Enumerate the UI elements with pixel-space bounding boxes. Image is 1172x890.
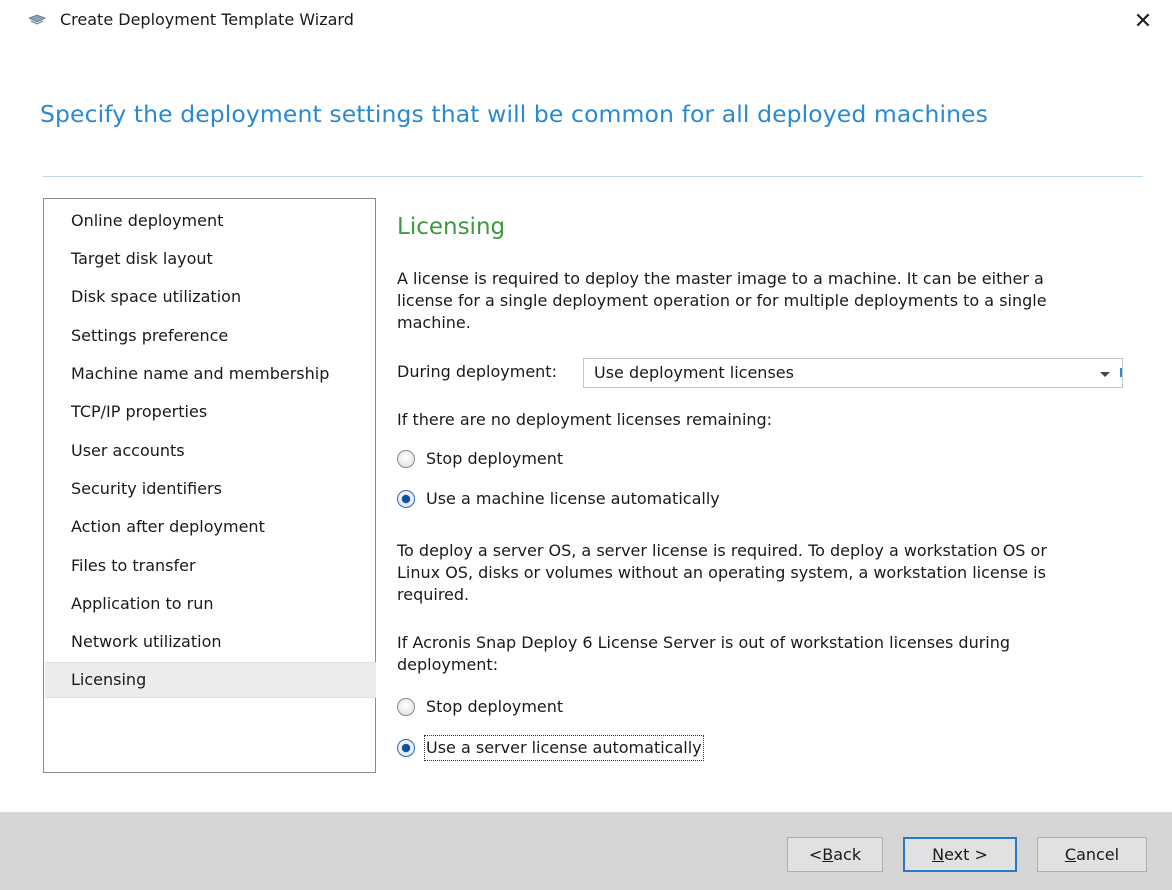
radio-label: Use a server license automatically <box>424 735 704 761</box>
nav-item-machine-name[interactable]: Machine name and membership <box>45 356 376 392</box>
section-title: Licensing <box>397 214 506 240</box>
nav-item-label: Action after deployment <box>71 517 265 536</box>
intro-line: A license is required to deploy the mast… <box>397 269 1044 288</box>
nav-item-licensing[interactable]: Licensing <box>45 662 376 698</box>
back-label: ack <box>833 845 862 864</box>
nav-item-label: Machine name and membership <box>71 364 330 383</box>
next-label: ext > <box>944 845 988 864</box>
nav-item-tcpip[interactable]: TCP/IP properties <box>45 394 376 430</box>
radio-button[interactable] <box>397 450 415 468</box>
no-licenses-label: If there are no deployment licenses rema… <box>397 410 773 429</box>
back-access-key: B <box>822 845 834 864</box>
wizard-step-list: Online deployment Target disk layout Dis… <box>43 198 376 773</box>
nav-item-label: TCP/IP properties <box>71 402 208 421</box>
focus-marker <box>1120 368 1122 377</box>
nav-item-files-to-transfer[interactable]: Files to transfer <box>45 548 376 584</box>
intro-line: license for a single deployment operatio… <box>397 291 1047 310</box>
nav-item-label: Target disk layout <box>71 249 213 268</box>
nav-item-online-deployment[interactable]: Online deployment <box>45 203 376 239</box>
nav-item-label: User accounts <box>71 441 185 460</box>
radio-label: Stop deployment <box>426 697 564 716</box>
header-divider <box>43 176 1143 177</box>
nav-item-security-identifiers[interactable]: Security identifiers <box>45 471 376 507</box>
nav-item-label: Licensing <box>71 670 147 689</box>
select-value: Use deployment licenses <box>594 363 794 382</box>
out-of-workstation-text: If Acronis Snap Deploy 6 License Server … <box>397 632 1122 676</box>
close-button[interactable]: ✕ <box>1128 6 1158 36</box>
radio-button[interactable] <box>397 490 415 508</box>
nav-item-label: Online deployment <box>71 211 224 230</box>
note-line: required. <box>397 585 470 604</box>
server-license-note: To deploy a server OS, a server license … <box>397 540 1122 606</box>
nav-item-user-accounts[interactable]: User accounts <box>45 433 376 469</box>
nav-item-target-disk-layout[interactable]: Target disk layout <box>45 241 376 277</box>
close-icon: ✕ <box>1133 8 1153 34</box>
note-line: If Acronis Snap Deploy 6 License Server … <box>397 633 1011 652</box>
next-button[interactable]: Next > <box>903 837 1017 872</box>
radio-label: Use a machine license automatically <box>426 489 720 508</box>
radio-label: Stop deployment <box>426 449 564 468</box>
wizard-window: Create Deployment Template Wizard ✕ Spec… <box>0 0 1172 890</box>
nav-item-label: Network utilization <box>71 632 222 651</box>
nav-item-action-after-deployment[interactable]: Action after deployment <box>45 509 376 545</box>
window-title: Create Deployment Template Wizard <box>60 10 354 29</box>
nav-item-settings-preference[interactable]: Settings preference <box>45 318 376 354</box>
nav-item-application-to-run[interactable]: Application to run <box>45 586 376 622</box>
nav-item-network-utilization[interactable]: Network utilization <box>45 624 376 660</box>
intro-text: A license is required to deploy the mast… <box>397 268 1122 334</box>
nav-item-disk-space-utilization[interactable]: Disk space utilization <box>45 279 376 315</box>
cancel-label: ancel <box>1076 845 1120 864</box>
next-access-key: N <box>932 845 945 864</box>
back-button[interactable]: < Back <box>787 837 883 872</box>
back-prefix: < <box>808 845 823 864</box>
chevron-down-icon <box>1100 372 1110 377</box>
nav-item-label: Security identifiers <box>71 479 222 498</box>
radio-button[interactable] <box>397 739 415 757</box>
note-line: Linux OS, disks or volumes without an op… <box>397 563 1046 582</box>
intro-line: machine. <box>397 313 471 332</box>
nav-item-label: Disk space utilization <box>71 287 242 306</box>
nav-item-label: Files to transfer <box>71 556 196 575</box>
nav-item-label: Application to run <box>71 594 214 613</box>
note-line: deployment: <box>397 655 499 674</box>
wizard-icon <box>28 14 46 25</box>
cancel-access-key: C <box>1064 845 1077 864</box>
radio-button[interactable] <box>397 698 415 716</box>
nav-item-label: Settings preference <box>71 326 229 345</box>
during-deployment-label: During deployment: <box>397 362 557 381</box>
cancel-button[interactable]: Cancel <box>1037 837 1147 872</box>
page-heading: Specify the deployment settings that wil… <box>40 100 988 128</box>
title-bar: Create Deployment Template Wizard ✕ <box>0 0 1172 40</box>
during-deployment-select[interactable]: Use deployment licenses <box>583 358 1123 388</box>
note-line: To deploy a server OS, a server license … <box>397 541 1047 560</box>
